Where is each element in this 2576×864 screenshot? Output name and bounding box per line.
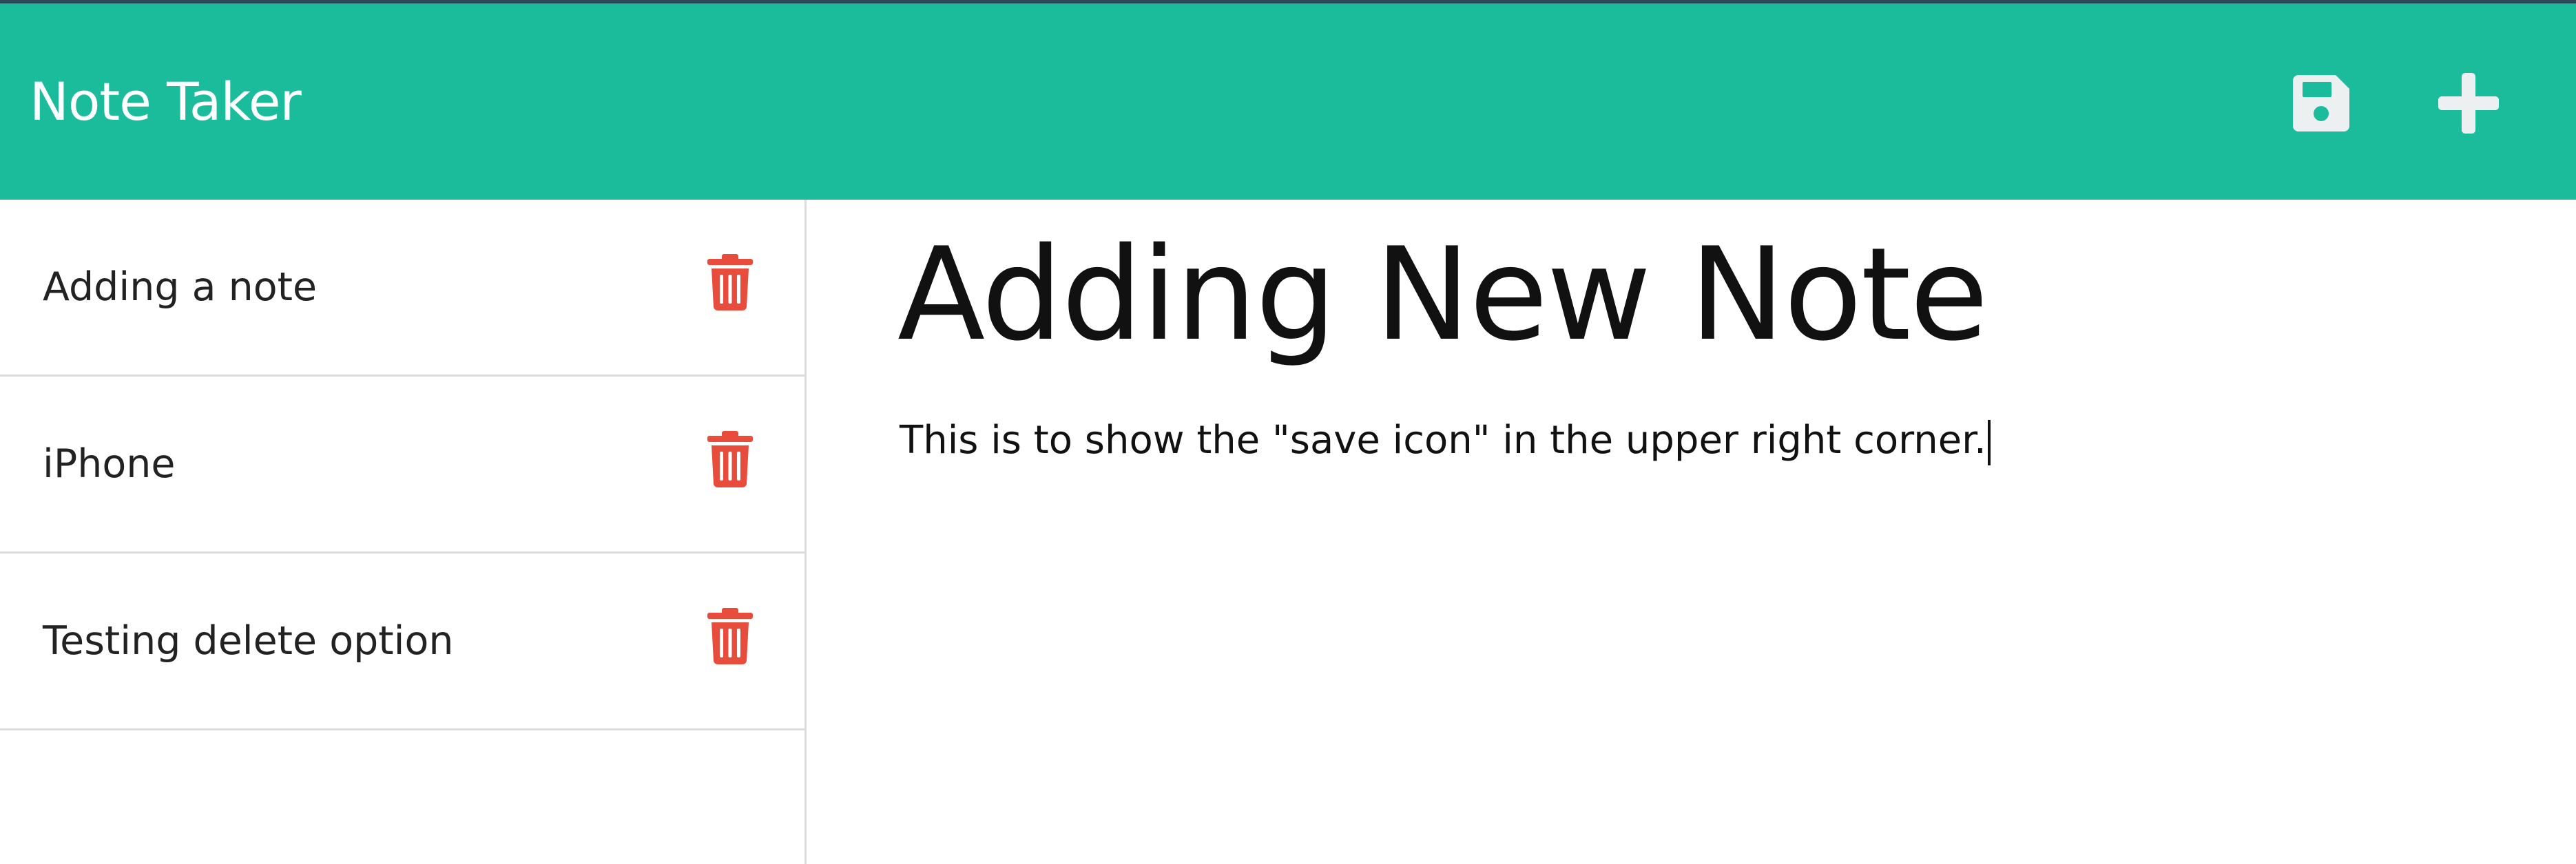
- delete-note-button[interactable]: [706, 430, 754, 488]
- note-body-text: This is to show the "save icon" in the u…: [900, 418, 1986, 463]
- trash-icon: [707, 254, 753, 311]
- navbar: Note Taker: [0, 3, 2576, 200]
- floppy-disk-icon: [2293, 75, 2349, 131]
- list-item[interactable]: Adding a note: [0, 200, 804, 377]
- note-title[interactable]: iPhone: [43, 377, 175, 551]
- text-cursor: [1987, 419, 1991, 465]
- note-list: Adding a note iPhone Testing delete opti…: [0, 200, 804, 730]
- note-title[interactable]: Testing delete option: [43, 554, 453, 728]
- trash-icon: [707, 608, 753, 665]
- list-item[interactable]: Testing delete option: [0, 554, 804, 730]
- save-note-button[interactable]: [2280, 62, 2362, 145]
- note-text-area[interactable]: This is to show the "save icon" in the u…: [900, 413, 2484, 468]
- delete-note-button[interactable]: [706, 253, 754, 311]
- note-title[interactable]: Adding a note: [43, 200, 317, 375]
- note-list-panel: Adding a note iPhone Testing delete opti…: [0, 200, 807, 864]
- note-editor: Adding New Note This is to show the "sav…: [809, 200, 2576, 864]
- delete-note-button[interactable]: [706, 607, 754, 665]
- app-title[interactable]: Note Taker: [30, 3, 302, 200]
- plus-icon: [2438, 73, 2499, 134]
- note-title-input[interactable]: Adding New Note: [897, 226, 2482, 363]
- list-item[interactable]: iPhone: [0, 377, 804, 554]
- new-note-button[interactable]: [2427, 62, 2510, 145]
- trash-icon: [707, 431, 753, 488]
